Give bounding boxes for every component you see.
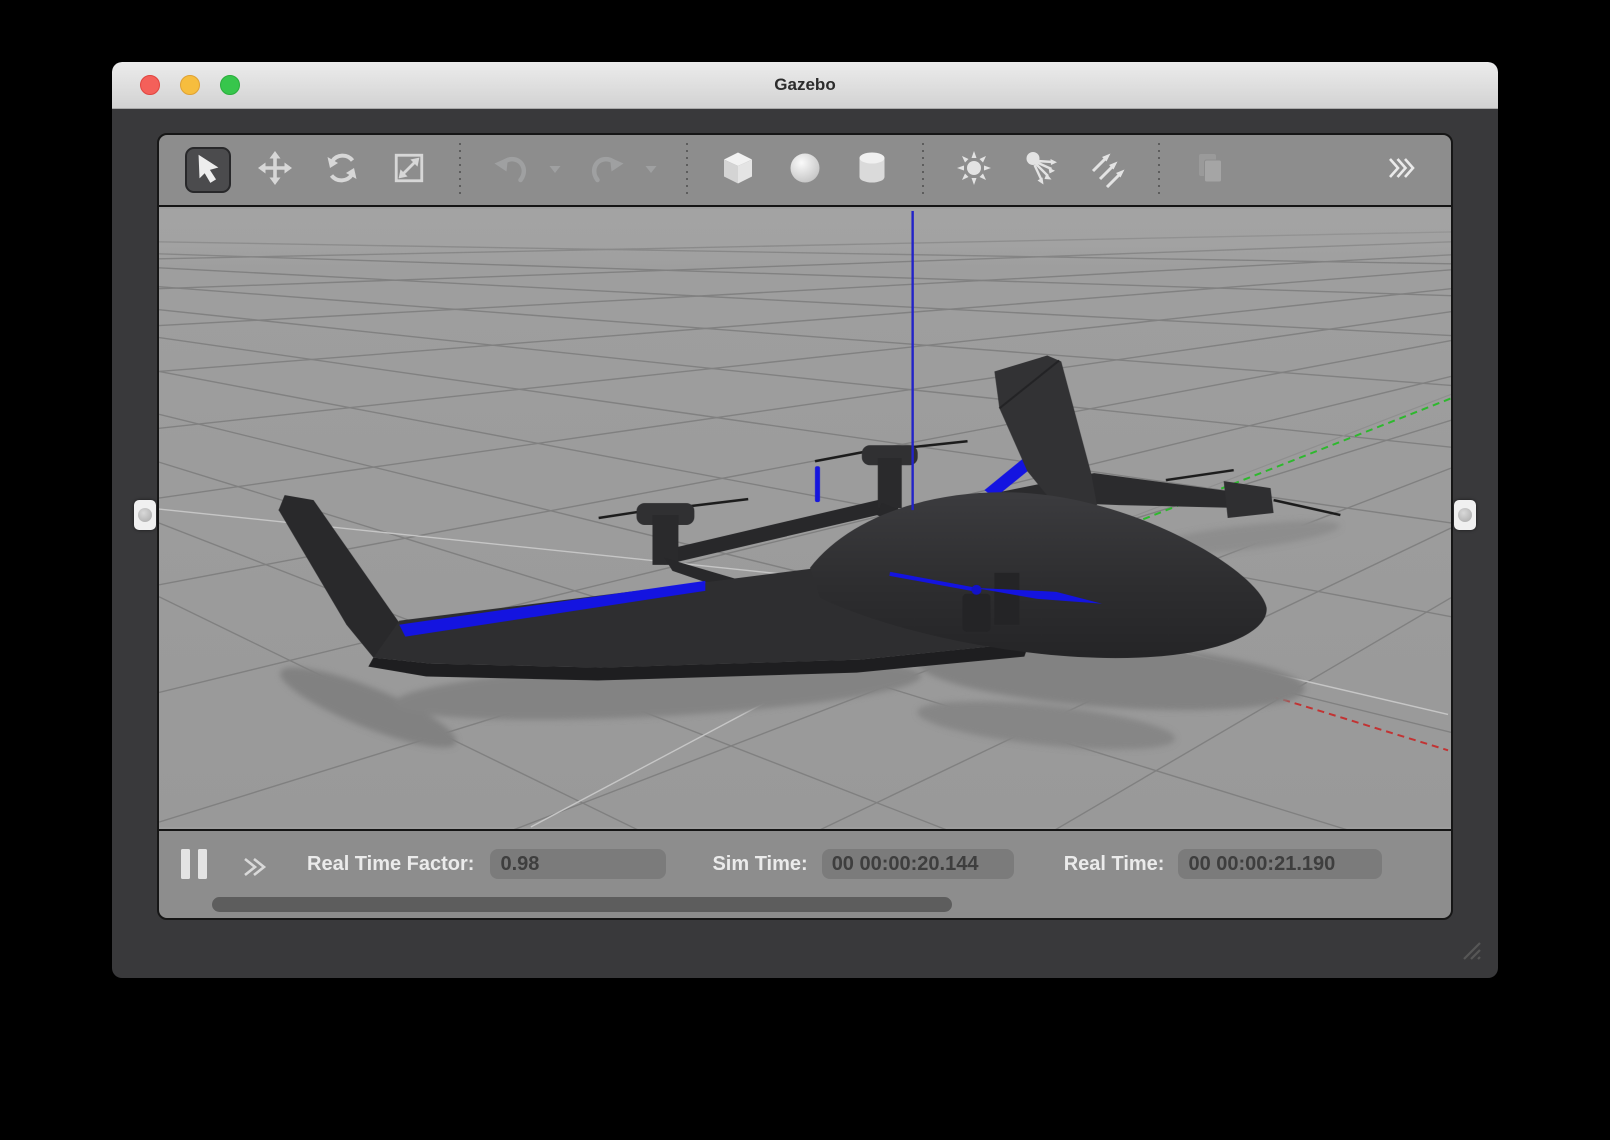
translate-tool-button[interactable] (252, 147, 298, 193)
title-bar[interactable]: Gazebo (112, 62, 1498, 109)
antenna (815, 466, 820, 502)
window-title: Gazebo (112, 62, 1498, 108)
toolbar-separator (459, 143, 461, 197)
main-panel: Real Time Factor: 0.98 Sim Time: 00 00:0… (157, 133, 1453, 920)
cube-icon (720, 150, 756, 191)
splitter-grip-icon (1458, 508, 1472, 522)
double-chevron-right-icon (241, 853, 269, 881)
redo-arrow-icon (588, 150, 626, 191)
resize-grip-icon (1454, 933, 1482, 961)
directional-light-icon (1088, 148, 1128, 193)
real-time-label: Real Time: (1064, 853, 1165, 876)
cylinder-icon (854, 150, 890, 191)
toolbar-overflow-button[interactable] (1379, 147, 1425, 193)
scale-tool-button[interactable] (386, 147, 432, 193)
copy-button[interactable] (1187, 147, 1233, 193)
redo-history-button[interactable] (643, 147, 659, 193)
real-time-value[interactable]: 00 00:00:21.190 (1178, 849, 1382, 879)
rotate-tool-button[interactable] (319, 147, 365, 193)
insert-box-button[interactable] (715, 147, 761, 193)
window-resize-grip[interactable] (1454, 933, 1482, 966)
left-panel-splitter-handle[interactable] (134, 500, 156, 530)
select-tool-button[interactable] (185, 147, 231, 193)
point-light-button[interactable] (951, 147, 997, 193)
move-arrows-icon (257, 150, 293, 191)
toolbar-separator (922, 143, 924, 197)
real-time-factor-value[interactable]: 0.98 (490, 849, 666, 879)
sim-time-label: Sim Time: (712, 853, 807, 876)
rotate-arrows-icon (324, 150, 360, 191)
select-arrow-icon (191, 151, 225, 190)
redo-button[interactable] (584, 147, 630, 193)
point-light-icon (955, 149, 993, 192)
scale-icon (392, 151, 426, 190)
toolbar-separator (1158, 143, 1160, 197)
undo-history-button[interactable] (547, 147, 563, 193)
pause-button[interactable] (181, 849, 207, 879)
render-viewport[interactable] (159, 205, 1451, 831)
real-time-factor-label: Real Time Factor: (307, 853, 474, 876)
gazebo-window: Gazebo (112, 62, 1498, 978)
viewport-3d-scene (159, 207, 1451, 829)
right-panel-splitter-handle[interactable] (1454, 500, 1476, 530)
insert-cylinder-button[interactable] (849, 147, 895, 193)
sphere-icon (787, 150, 823, 191)
horizon-fade (159, 209, 1451, 263)
sim-time-value[interactable]: 00 00:00:20.144 (822, 849, 1014, 879)
toolbar (159, 135, 1451, 205)
simulation-status-bar: Real Time Factor: 0.98 Sim Time: 00 00:0… (159, 831, 1451, 897)
pause-icon (181, 849, 190, 879)
toolbar-separator (686, 143, 688, 197)
splitter-grip-icon (138, 508, 152, 522)
status-expand-button[interactable] (241, 853, 269, 886)
spot-light-button[interactable] (1018, 147, 1064, 193)
copy-documents-icon (1192, 150, 1228, 191)
caret-down-icon (644, 161, 658, 179)
insert-sphere-button[interactable] (782, 147, 828, 193)
undo-button[interactable] (488, 147, 534, 193)
horizontal-scrollbar-thumb[interactable] (212, 897, 952, 912)
spot-light-icon (1022, 149, 1060, 192)
undo-arrow-icon (492, 150, 530, 191)
triple-chevron-right-icon (1386, 155, 1418, 186)
directional-light-button[interactable] (1085, 147, 1131, 193)
pause-icon (198, 849, 207, 879)
caret-down-icon (548, 161, 562, 179)
